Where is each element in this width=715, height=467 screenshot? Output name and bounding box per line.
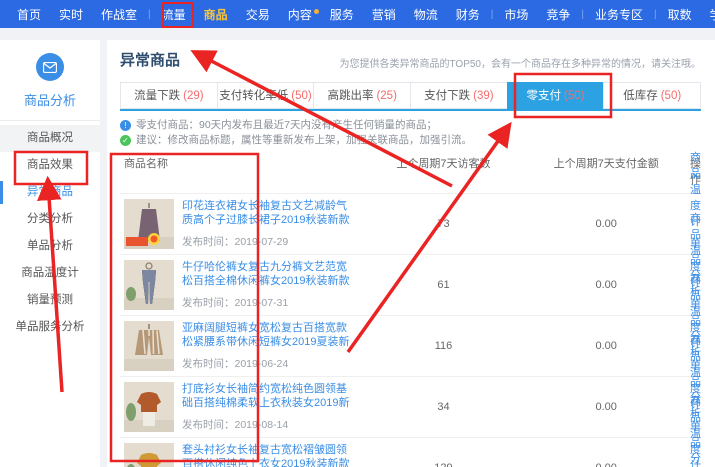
- sidebar-item-abnormal-products[interactable]: 异常商品: [0, 179, 100, 206]
- sidebar-item-product-thermometer[interactable]: 商品温度计: [0, 260, 100, 287]
- top-nav: 首页 实时 作战室 | 流量 商品 交易 内容 服务 营销 物流 财务 | 市场…: [0, 0, 715, 28]
- header-product-name: 商品名称: [120, 155, 365, 187]
- product-name-link[interactable]: 亚麻阔腿短裤女宽松复古百搭宽款松紧腰系带休闲短裤女2019夏装新: [182, 321, 350, 349]
- sidebar-item-item-service-analysis[interactable]: 单品服务分析: [0, 314, 100, 341]
- sidebar: 商品分析 商品概况 商品效果 异常商品 分类分析 单品分析 商品温度计 销量预测…: [0, 40, 100, 467]
- product-name-link[interactable]: 套头衬衫女长袖复古宽松褶皱圆领百搭休闲纯色上衣女2019秋装新款: [182, 443, 350, 467]
- info-icon: !: [120, 120, 131, 131]
- product-image[interactable]: [124, 260, 174, 310]
- nav-divider: |: [652, 9, 659, 20]
- nav-divider: |: [579, 9, 586, 20]
- table-row: 印花连衣裙女长袖复古文艺减龄气质高个子过膝长裙子2019秋装新款 发布时间：20…: [120, 193, 701, 254]
- tip-text: 零支付商品：90天内发布且最近7天内没有产生任何销量的商品；: [136, 118, 437, 133]
- nav-item-product[interactable]: 商品: [195, 6, 237, 23]
- nav-item-logistics[interactable]: 物流: [405, 6, 447, 23]
- tab-high-bounce[interactable]: 高跳出率(25): [313, 82, 410, 109]
- publish-date: 发布时间：2019-08-14: [182, 417, 350, 432]
- payment-amount: 0.00: [522, 462, 690, 467]
- visitor-count: 73: [365, 218, 523, 230]
- abnormal-products-table: 商品名称 上个周期7天访客数 上个周期7天支付金额 操作 印花连衣裙女: [120, 150, 701, 467]
- nav-divider: |: [489, 9, 496, 20]
- nav-item-competition[interactable]: 竞争: [537, 6, 579, 23]
- page-description: 为您提供各类异常商品的TOP50，会有一个商品存在多种异常的情况，请关注哦。: [340, 55, 702, 70]
- table-row: 套头衬衫女长袖复古宽松褶皱圆领百搭休闲纯色上衣女2019秋装新款 发布时间：20…: [120, 437, 701, 467]
- tab-bar: 流量下跌(29) 支付转化率低(50) 高跳出率(25) 支付下跌(39) 零支…: [120, 82, 701, 111]
- tab-low-stock[interactable]: 低库存(50): [603, 82, 701, 109]
- check-icon: ✓: [120, 135, 131, 146]
- sidebar-item-single-item-analysis[interactable]: 单品分析: [0, 233, 100, 260]
- product-image[interactable]: [124, 199, 174, 249]
- tips-block: ! 零支付商品：90天内发布且最近7天内没有产生任何销量的商品； ✓ 建议：修改…: [120, 118, 701, 148]
- page-title: 异常商品: [120, 49, 180, 70]
- tab-traffic-drop[interactable]: 流量下跌(29): [120, 82, 217, 109]
- sidebar-title: 商品分析: [0, 90, 100, 109]
- nav-item-home[interactable]: 首页: [8, 6, 50, 23]
- publish-date: 发布时间：2019-06-24: [182, 356, 350, 371]
- nav-item-marketing[interactable]: 营销: [363, 6, 405, 23]
- tip-text: 建议：修改商品标题，属性等重新发布上架，加强关联商品，加强引流。: [136, 133, 472, 148]
- payment-amount: 0.00: [522, 279, 690, 291]
- payment-amount: 0.00: [522, 218, 690, 230]
- product-image[interactable]: [124, 321, 174, 371]
- visitor-count: 61: [365, 279, 523, 291]
- tab-payment-drop[interactable]: 支付下跌(39): [410, 82, 507, 109]
- sidebar-item-product-overview[interactable]: 商品概况: [0, 125, 100, 152]
- sidebar-menu: 商品概况 商品效果 异常商品 分类分析 单品分析 商品温度计 销量预测 单品服务…: [0, 125, 100, 341]
- payment-amount: 0.00: [522, 340, 690, 352]
- nav-item-academy[interactable]: 学院: [701, 6, 715, 23]
- nav-item-business-zone[interactable]: 业务专区: [586, 6, 652, 23]
- sidebar-item-category-analysis[interactable]: 分类分析: [0, 206, 100, 233]
- table-row: 亚麻阔腿短裤女宽松复古百搭宽款松紧腰系带休闲短裤女2019夏装新 发布时间：20…: [120, 315, 701, 376]
- table-row: 牛仔哈伦裤女复古九分裤文艺范宽松百搭全棉休闲裤女2019秋装新款 发布时间：20…: [120, 254, 701, 315]
- tab-low-conversion[interactable]: 支付转化率低(50): [217, 82, 314, 109]
- visitor-count: 34: [365, 401, 523, 413]
- nav-item-market[interactable]: 市场: [495, 6, 537, 23]
- nav-item-trade[interactable]: 交易: [237, 6, 279, 23]
- publish-date: 发布时间：2019-07-31: [182, 295, 350, 310]
- product-image[interactable]: [124, 443, 174, 467]
- sidebar-header: 商品分析: [0, 40, 100, 121]
- table-row: 打底衫女长袖简约宽松纯色圆领基础百搭纯棉柔软上衣秋装女2019新款 发布时间：2…: [120, 376, 701, 437]
- envelope-icon: [36, 53, 64, 81]
- header-payment: 上个周期7天支付金额: [522, 155, 690, 187]
- product-image[interactable]: [124, 382, 174, 432]
- nav-item-content[interactable]: 内容: [279, 6, 321, 23]
- payment-amount: 0.00: [522, 401, 690, 413]
- publish-date: 发布时间：2019-07-29: [182, 234, 350, 249]
- action-product-thermometer[interactable]: 商品温度计: [690, 393, 701, 467]
- tab-zero-payment[interactable]: 零支付(50): [507, 82, 604, 109]
- nav-item-war-room[interactable]: 作战室: [92, 6, 146, 23]
- nav-item-service[interactable]: 服务: [321, 6, 363, 23]
- product-name-link[interactable]: 打底衫女长袖简约宽松纯色圆领基础百搭纯棉柔软上衣秋装女2019新款: [182, 382, 350, 410]
- table-header: 商品名称 上个周期7天访客数 上个周期7天支付金额 操作: [120, 150, 701, 193]
- product-name-link[interactable]: 牛仔哈伦裤女复古九分裤文艺范宽松百搭全棉休闲裤女2019秋装新款: [182, 260, 350, 288]
- nav-item-finance[interactable]: 财务: [447, 6, 489, 23]
- product-name-link[interactable]: 印花连衣裙女长袖复古文艺减龄气质高个子过膝长裙子2019秋装新款: [182, 199, 350, 227]
- content-badge-dot: [314, 9, 319, 14]
- visitor-count: 116: [365, 340, 523, 352]
- nav-item-traffic[interactable]: 流量: [153, 6, 195, 23]
- active-indicator-bar: [0, 181, 3, 204]
- sidebar-item-product-effect[interactable]: 商品效果: [0, 152, 100, 179]
- nav-divider: |: [146, 9, 153, 20]
- sidebar-item-sales-forecast[interactable]: 销量预测: [0, 287, 100, 314]
- app-window: 首页 实时 作战室 | 流量 商品 交易 内容 服务 营销 物流 财务 | 市场…: [0, 0, 715, 467]
- nav-item-data-fetch[interactable]: 取数: [659, 6, 701, 23]
- visitor-count: 129: [365, 462, 523, 467]
- header-visitors: 上个周期7天访客数: [365, 155, 523, 187]
- main-panel: 异常商品 为您提供各类异常商品的TOP50，会有一个商品存在多种异常的情况，请关…: [107, 40, 715, 467]
- nav-item-realtime[interactable]: 实时: [50, 6, 92, 23]
